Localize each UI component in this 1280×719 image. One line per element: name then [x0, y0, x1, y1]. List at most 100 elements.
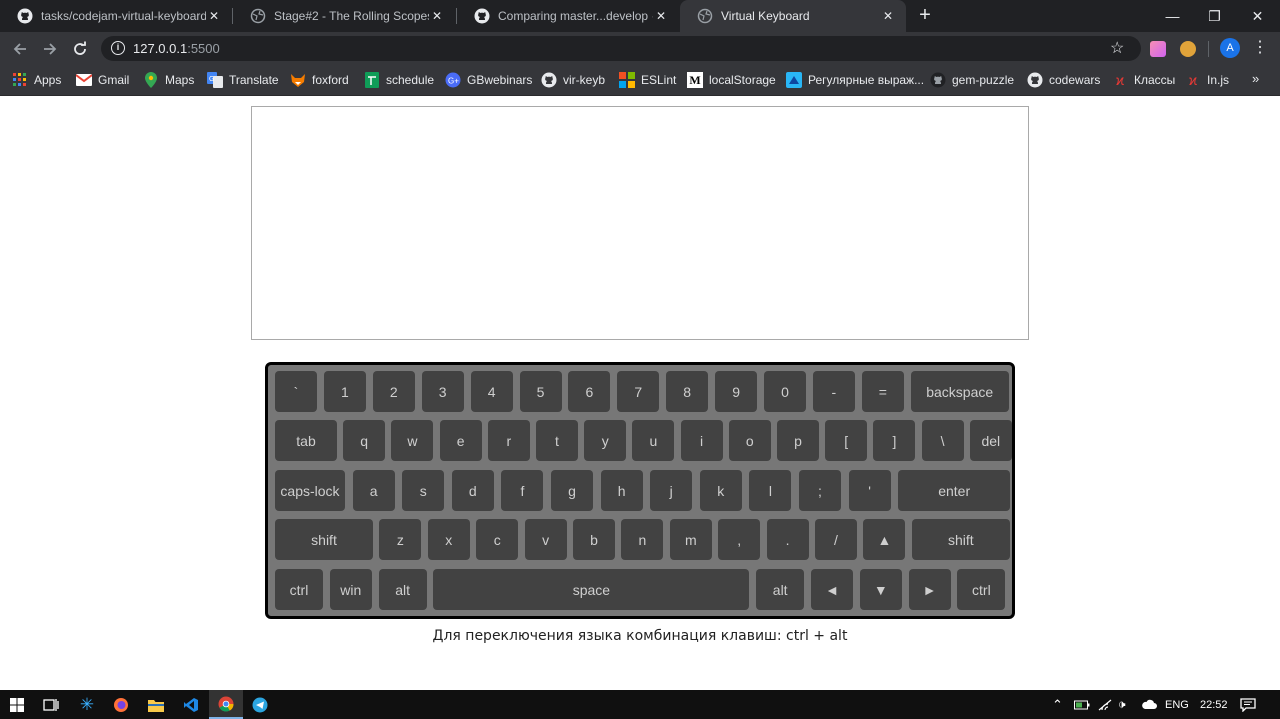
key-char[interactable]: d	[451, 470, 494, 511]
bookmarks-overflow-icon[interactable]: »	[1252, 71, 1259, 86]
bookmark-schedule[interactable]: schedule	[364, 71, 434, 89]
menu-dots-icon[interactable]: ⋮	[1252, 37, 1268, 57]
key-char[interactable]: m	[669, 519, 712, 560]
key-tab[interactable]: tab	[275, 420, 337, 461]
back-button[interactable]	[8, 37, 32, 61]
key-alt[interactable]: alt	[756, 569, 805, 610]
close-icon[interactable]: ✕	[653, 9, 669, 23]
key-char[interactable]: 8	[666, 371, 709, 412]
key-char[interactable]: c	[476, 519, 519, 560]
key-char[interactable]: ,	[718, 519, 761, 560]
bookmark-classes[interactable]: ϰ Классы	[1112, 71, 1176, 89]
restore-button[interactable]: ❐	[1192, 0, 1237, 32]
bookmark-translate[interactable]: G Translate	[207, 71, 279, 89]
key-char[interactable]: ;	[799, 470, 841, 511]
key-shift[interactable]: shift	[911, 519, 1010, 560]
vscode-icon[interactable]	[174, 690, 208, 719]
language-indicator[interactable]: ENG	[1165, 690, 1189, 719]
tab-virtual-keyboard[interactable]: Virtual Keyboard ✕	[680, 0, 906, 32]
key-char[interactable]: z	[379, 519, 422, 560]
minimize-button[interactable]: —	[1150, 0, 1195, 32]
key-space[interactable]: space	[433, 569, 750, 610]
extension-cookie-icon[interactable]	[1180, 41, 1196, 57]
key-char[interactable]: 0	[764, 371, 806, 412]
forward-button[interactable]	[38, 37, 62, 61]
key-char[interactable]: `	[275, 371, 317, 412]
key-char[interactable]: f	[501, 470, 544, 511]
text-output-area[interactable]	[251, 106, 1029, 340]
bookmark-gmail[interactable]: Gmail	[76, 71, 129, 89]
key-char[interactable]: v	[524, 519, 567, 560]
key-win[interactable]: win	[329, 569, 372, 610]
key-char[interactable]: y	[584, 420, 627, 461]
key-char[interactable]: u	[632, 420, 675, 461]
close-icon[interactable]: ✕	[429, 9, 445, 23]
key-char[interactable]: 7	[617, 371, 660, 412]
windows-icon[interactable]	[0, 690, 34, 719]
key-char[interactable]: b	[573, 519, 615, 560]
bookmark-vir-keyb[interactable]: vir-keyb	[541, 71, 605, 89]
tab-codejam[interactable]: tasks/codejam-virtual-keyboard.md ✕	[0, 0, 232, 32]
key-char[interactable]: ]	[873, 420, 916, 461]
key-char[interactable]: l	[749, 470, 792, 511]
tray-chevron-icon[interactable]: ⌃	[1052, 690, 1063, 719]
tab-rolling-scopes[interactable]: Stage#2 - The Rolling Scopes School ✕	[233, 0, 455, 32]
battery-icon[interactable]	[1074, 690, 1090, 719]
reload-button[interactable]	[68, 37, 92, 61]
close-icon[interactable]: ✕	[880, 9, 896, 23]
key-char[interactable]: j	[650, 470, 693, 511]
bookmark-maps[interactable]: Maps	[143, 71, 194, 89]
close-icon[interactable]: ✕	[206, 9, 222, 23]
key-char[interactable]: 9	[715, 371, 758, 412]
bookmark-codewars[interactable]: codewars	[1027, 71, 1100, 89]
key-enter[interactable]: enter	[898, 470, 1011, 511]
key-char[interactable]: r	[487, 420, 530, 461]
tab-comparing[interactable]: Comparing master...develop · Aby ✕	[457, 0, 679, 32]
key-char[interactable]: h	[600, 470, 643, 511]
onedrive-cloud-icon[interactable]	[1141, 690, 1157, 719]
key-char[interactable]: ▼	[859, 569, 902, 610]
key-shift[interactable]: shift	[275, 519, 373, 560]
site-info-icon[interactable]: i	[111, 41, 125, 55]
key-char[interactable]: /	[815, 519, 857, 560]
key-char[interactable]: g	[551, 470, 593, 511]
key-char[interactable]: i	[680, 420, 723, 461]
key-char[interactable]: 5	[519, 371, 562, 412]
wifi-icon[interactable]	[1098, 690, 1112, 719]
key-backspace[interactable]: backspace	[910, 371, 1009, 412]
clock[interactable]: 22:52	[1200, 690, 1228, 719]
key-char[interactable]: e	[439, 420, 482, 461]
firefox-icon[interactable]	[104, 690, 138, 719]
bookmark-apps[interactable]: Apps	[12, 71, 61, 89]
key-caps-lock[interactable]: caps-lock	[275, 470, 345, 511]
bookmark-foxford[interactable]: foxford	[290, 71, 349, 89]
key-char[interactable]: 1	[323, 371, 366, 412]
key-char[interactable]: a	[352, 470, 395, 511]
bookmark-star-icon[interactable]: ☆	[1110, 38, 1124, 58]
telegram-icon[interactable]	[243, 690, 277, 719]
extension-gradient-icon[interactable]	[1150, 41, 1166, 57]
chrome-icon[interactable]	[209, 690, 243, 719]
new-tab-button[interactable]: +	[913, 4, 937, 28]
key-char[interactable]: 3	[421, 371, 464, 412]
key-char[interactable]: 4	[470, 371, 513, 412]
key-char[interactable]: n	[621, 519, 664, 560]
bookmark-gem-puzzle[interactable]: gem-puzzle	[930, 71, 1014, 89]
bookmark-in-js[interactable]: ϰ In.js	[1185, 71, 1229, 89]
bookmark-regex[interactable]: Регулярные выраж...	[786, 71, 924, 89]
key-char[interactable]: [	[825, 420, 868, 461]
key-char[interactable]: k	[699, 470, 742, 511]
key-char[interactable]: s	[402, 470, 445, 511]
key-char[interactable]: ◄	[811, 569, 853, 610]
key-char[interactable]: q	[343, 420, 386, 461]
key-char[interactable]: x	[427, 519, 470, 560]
close-window-button[interactable]: ✕	[1235, 0, 1280, 32]
key-del[interactable]: del	[969, 420, 1012, 461]
key-char[interactable]: o	[728, 420, 771, 461]
key-char[interactable]: 2	[372, 371, 415, 412]
key-char[interactable]: \	[921, 420, 964, 461]
bookmark-gbwebinars[interactable]: G+ GBwebinars	[445, 71, 532, 89]
key-ctrl[interactable]: ctrl	[275, 569, 323, 610]
url-text[interactable]: 127.0.0.1:5500	[133, 41, 220, 56]
key-char[interactable]: ►	[908, 569, 951, 610]
